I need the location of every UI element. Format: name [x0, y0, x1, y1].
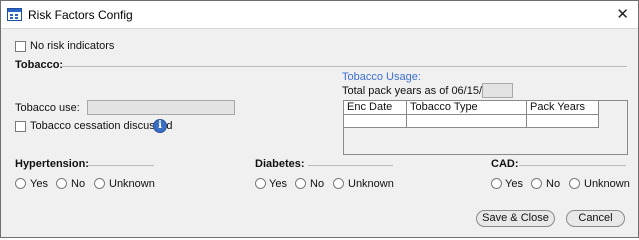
- grid-header: Enc Date Tobacco Type Pack Years: [344, 101, 599, 115]
- tobacco-use-field[interactable]: [87, 100, 235, 115]
- info-icon[interactable]: i: [153, 119, 167, 133]
- diabetes-no-radio[interactable]: [295, 178, 306, 189]
- diabetes-no-label: No: [310, 178, 325, 190]
- diabetes-unknown-label: Unknown: [348, 178, 394, 190]
- cad-no-label: No: [546, 178, 561, 190]
- no-risk-checkbox[interactable]: [15, 41, 26, 52]
- hypertension-yes-radio[interactable]: [15, 178, 26, 189]
- tobacco-use-label: Tobacco use:: [15, 102, 80, 114]
- tobacco-cessation-label: Tobacco cessation discussed: [30, 120, 173, 132]
- grid-col-pack-years[interactable]: Pack Years: [527, 101, 599, 114]
- table-row[interactable]: [344, 115, 599, 128]
- grid-cell[interactable]: [527, 115, 599, 127]
- hypertension-label: Hypertension:: [15, 158, 89, 170]
- cad-yes-label: Yes: [505, 178, 523, 190]
- app-table-icon: [7, 8, 22, 21]
- hypertension-unknown-radio[interactable]: [94, 178, 105, 189]
- risk-factors-dialog: Risk Factors Config ✕ No risk indicators…: [0, 0, 639, 238]
- tobacco-cessation-checkbox[interactable]: [15, 121, 26, 132]
- no-risk-label: No risk indicators: [30, 40, 115, 52]
- cad-no-radio[interactable]: [531, 178, 542, 189]
- tobacco-usage-grid: Enc Date Tobacco Type Pack Years: [343, 100, 628, 155]
- cad-yes-radio[interactable]: [491, 178, 502, 189]
- grid-cell[interactable]: [407, 115, 527, 127]
- hypertension-divider: [88, 165, 154, 166]
- close-icon[interactable]: ✕: [616, 5, 629, 23]
- tobacco-divider: [60, 66, 627, 67]
- diabetes-label: Diabetes:: [255, 158, 305, 170]
- grid-cell[interactable]: [344, 115, 407, 127]
- hypertension-no-radio[interactable]: [56, 178, 67, 189]
- cad-label: CAD:: [491, 158, 519, 170]
- grid-col-tobacco-type[interactable]: Tobacco Type: [407, 101, 527, 114]
- tobacco-usage-link[interactable]: Tobacco Usage:: [342, 71, 421, 83]
- diabetes-unknown-radio[interactable]: [333, 178, 344, 189]
- diabetes-divider: [308, 165, 393, 166]
- window-title: Risk Factors Config: [28, 8, 133, 22]
- cancel-button[interactable]: Cancel: [566, 210, 625, 227]
- tobacco-section-label: Tobacco:: [15, 59, 64, 71]
- hypertension-no-label: No: [71, 178, 86, 190]
- cad-unknown-label: Unknown: [584, 178, 630, 190]
- cad-unknown-radio[interactable]: [569, 178, 580, 189]
- hypertension-yes-label: Yes: [30, 178, 48, 190]
- diabetes-yes-label: Yes: [269, 178, 287, 190]
- title-bar: Risk Factors Config ✕: [1, 1, 638, 29]
- diabetes-yes-radio[interactable]: [255, 178, 266, 189]
- hypertension-unknown-label: Unknown: [109, 178, 155, 190]
- total-pack-years-field: [482, 83, 513, 98]
- cad-divider: [519, 165, 626, 166]
- save-close-button[interactable]: Save & Close: [476, 210, 555, 227]
- grid-col-enc-date[interactable]: Enc Date: [344, 101, 407, 114]
